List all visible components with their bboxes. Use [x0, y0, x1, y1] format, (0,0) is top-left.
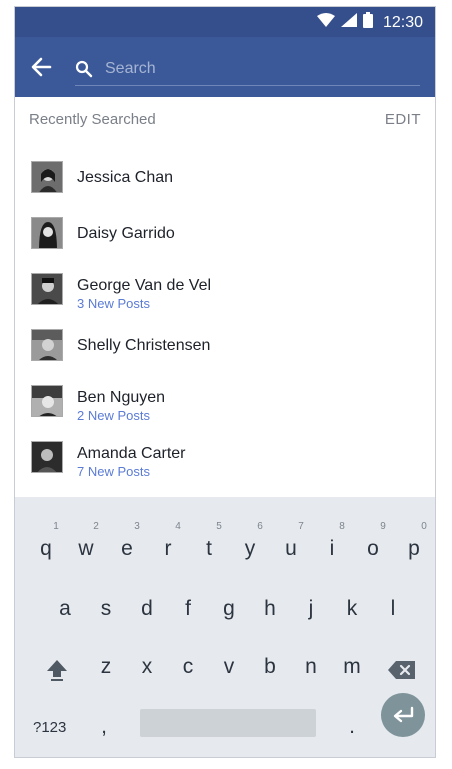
key-u[interactable]: u	[276, 537, 306, 561]
key-hint: 3	[134, 521, 140, 532]
new-posts-count: 2 New Posts	[77, 408, 150, 423]
avatar	[31, 273, 63, 305]
search-app-bar	[15, 37, 435, 97]
backspace-icon	[388, 661, 415, 679]
key-hint: 0	[421, 521, 427, 532]
soft-keyboard: 1 2 3 4 5 6 7 8 9 0 q w e r t y u i o p …	[15, 497, 435, 757]
key-a[interactable]: a	[50, 597, 80, 621]
arrow-left-icon	[31, 57, 52, 77]
key-b[interactable]: b	[255, 655, 285, 679]
key-k[interactable]: k	[337, 597, 367, 621]
key-c[interactable]: c	[173, 655, 203, 679]
key-hint: 7	[298, 521, 304, 532]
period-key[interactable]: .	[337, 715, 367, 739]
contact-name: Ben Nguyen	[77, 389, 166, 406]
key-l[interactable]: l	[378, 597, 408, 621]
avatar	[31, 329, 63, 361]
avatar	[31, 385, 63, 417]
wifi-icon	[316, 13, 335, 32]
key-r[interactable]: r	[153, 537, 183, 561]
contact-name: Shelly Christensen	[77, 337, 211, 354]
key-p[interactable]: p	[399, 537, 429, 561]
key-hint: 5	[216, 521, 222, 532]
contact-name: Daisy Garrido	[77, 225, 175, 242]
list-item[interactable]: Amanda Carter 7 New Posts	[15, 437, 435, 493]
key-i[interactable]: i	[317, 537, 347, 561]
enter-key[interactable]	[381, 693, 425, 737]
shift-icon	[47, 660, 67, 681]
key-hint: 4	[175, 521, 181, 532]
list-item[interactable]: Shelly Christensen	[15, 325, 435, 381]
key-hint: 1	[53, 521, 59, 532]
key-s[interactable]: s	[91, 597, 121, 621]
comma-key[interactable]: ,	[89, 715, 119, 739]
key-hint: 8	[339, 521, 345, 532]
key-hint: 2	[93, 521, 99, 532]
key-n[interactable]: n	[296, 655, 326, 679]
key-hint: 9	[380, 521, 386, 532]
enter-icon	[393, 706, 414, 723]
contact-name: Jessica Chan	[77, 169, 174, 186]
status-time: 12:30	[382, 13, 423, 31]
key-d[interactable]: d	[132, 597, 162, 621]
new-posts-count: 3 New Posts	[77, 296, 150, 311]
contact-name: George Van de Vel	[77, 277, 212, 294]
space-key[interactable]	[140, 709, 316, 737]
list-item[interactable]: Ben Nguyen 2 New Posts	[15, 381, 435, 437]
avatar	[31, 217, 63, 249]
key-e[interactable]: e	[112, 537, 142, 561]
delete-key[interactable]	[387, 659, 417, 681]
key-v[interactable]: v	[214, 655, 244, 679]
list-item[interactable]: Jessica Chan	[15, 157, 435, 213]
key-hint: 6	[257, 521, 263, 532]
avatar	[31, 441, 63, 473]
key-f[interactable]: f	[173, 597, 203, 621]
shift-key[interactable]	[43, 657, 71, 683]
search-input[interactable]	[103, 59, 407, 79]
key-x[interactable]: x	[132, 655, 162, 679]
phone-screen: 12:30 Recently Searched EDIT	[14, 6, 436, 758]
key-j[interactable]: j	[296, 597, 326, 621]
avatar	[31, 161, 63, 193]
recent-searches-section: Recently Searched EDIT Jessica Chan Dais…	[15, 97, 435, 497]
recent-searches-title: Recently Searched	[29, 111, 156, 128]
key-h[interactable]: h	[255, 597, 285, 621]
key-y[interactable]: y	[235, 537, 265, 561]
key-m[interactable]: m	[337, 655, 367, 679]
recent-searches-list: Jessica Chan Daisy Garrido George Van de…	[15, 157, 435, 493]
search-box[interactable]	[75, 53, 420, 86]
search-icon	[75, 60, 93, 78]
back-button[interactable]	[27, 53, 55, 81]
key-z[interactable]: z	[91, 655, 121, 679]
key-q[interactable]: q	[31, 537, 61, 561]
key-g[interactable]: g	[214, 597, 244, 621]
status-bar: 12:30	[15, 7, 435, 37]
list-item[interactable]: George Van de Vel 3 New Posts	[15, 269, 435, 325]
battery-icon	[362, 12, 373, 33]
contact-name: Amanda Carter	[77, 445, 186, 462]
list-item[interactable]: Daisy Garrido	[15, 213, 435, 269]
symbols-key[interactable]: ?123	[33, 719, 66, 736]
key-w[interactable]: w	[71, 537, 101, 561]
key-o[interactable]: o	[358, 537, 388, 561]
new-posts-count: 7 New Posts	[77, 464, 150, 479]
edit-button[interactable]: EDIT	[385, 111, 421, 128]
key-t[interactable]: t	[194, 537, 224, 561]
signal-icon	[340, 13, 357, 32]
